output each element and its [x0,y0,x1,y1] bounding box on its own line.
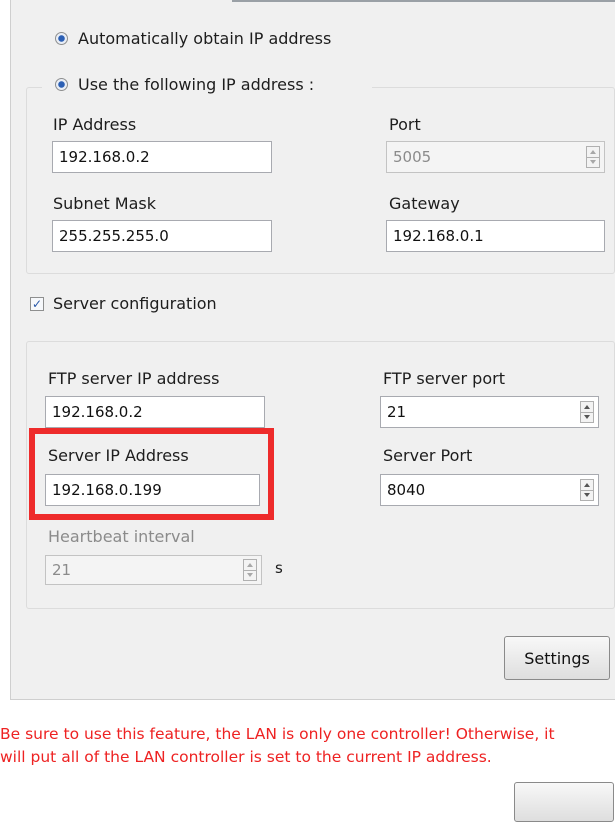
spin-down-icon[interactable] [581,411,593,423]
spin-up-icon[interactable] [587,147,599,157]
port-label: Port [389,115,421,134]
subnet-mask-input[interactable]: 255.255.255.0 [52,220,272,252]
ip-address-input[interactable]: 192.168.0.2 [52,141,272,173]
gateway-input[interactable]: 192.168.0.1 [386,220,605,252]
server-config-checkbox[interactable]: ✓ [30,297,44,311]
ip-address-label: IP Address [53,115,137,134]
spin-down-icon[interactable] [581,489,593,501]
port-spinner[interactable] [586,146,600,168]
server-port-input[interactable]: 8040 [380,474,599,506]
warning-line-1: Be sure to use this feature, the LAN is … [0,725,555,743]
manual-ip-radio[interactable] [55,78,68,91]
spin-up-icon[interactable] [581,480,593,490]
spin-up-icon[interactable] [244,560,256,570]
server-port-label: Server Port [383,446,473,465]
ftp-port-input[interactable]: 21 [380,396,599,428]
heartbeat-input[interactable]: 21 [45,555,262,585]
server-ip-highlight-box [29,428,274,520]
checkmark-icon: ✓ [31,297,43,311]
subnet-mask-label: Subnet Mask [53,194,157,213]
gateway-label: Gateway [389,194,460,213]
server-port-spinner[interactable] [580,479,594,501]
spin-up-icon[interactable] [581,402,593,412]
spin-down-icon[interactable] [587,156,599,168]
heartbeat-label: Heartbeat interval [48,527,195,546]
spin-down-icon[interactable] [244,569,256,581]
auto-ip-radio[interactable] [55,32,68,45]
ftp-port-label: FTP server port [383,369,505,388]
ftp-port-spinner[interactable] [580,401,594,423]
heartbeat-spinner[interactable] [243,559,257,581]
heartbeat-unit: s [275,559,283,577]
auto-ip-label[interactable]: Automatically obtain IP address [78,29,331,48]
panel-top-border [232,0,615,2]
port-input[interactable]: 5005 [386,141,605,173]
server-config-label[interactable]: Server configuration [53,294,217,313]
ftp-ip-label: FTP server IP address [48,369,220,388]
settings-button[interactable]: Settings [504,636,610,680]
ftp-ip-input[interactable]: 192.168.0.2 [45,396,265,428]
partial-bottom-button[interactable] [514,782,614,822]
manual-ip-label[interactable]: Use the following IP address : [78,75,314,94]
warning-line-2: will put all of the LAN controller is se… [0,748,492,766]
